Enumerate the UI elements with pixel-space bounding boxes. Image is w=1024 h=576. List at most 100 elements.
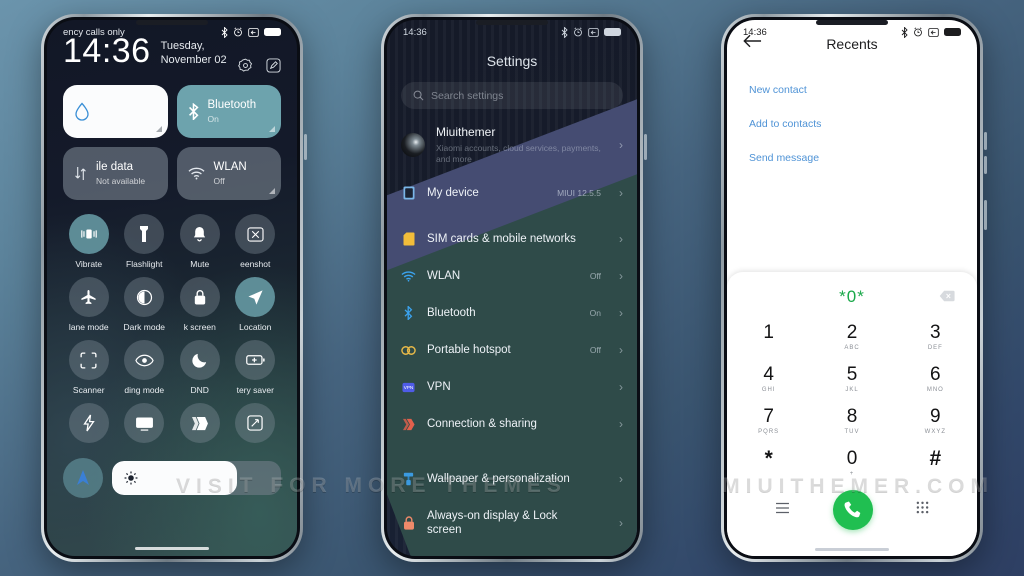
- tile-cards[interactable]: [172, 403, 228, 448]
- tile-cast[interactable]: [117, 403, 173, 448]
- power-button[interactable]: [984, 200, 987, 230]
- link-add-to-contacts[interactable]: Add to contacts: [749, 107, 955, 141]
- volume-up-button[interactable]: [984, 132, 987, 150]
- settings-row-sim-cards[interactable]: SIM cards & mobile networks ›: [387, 221, 637, 258]
- key-8[interactable]: 8 TUV: [810, 400, 893, 442]
- bolt-icon: [83, 414, 95, 432]
- profile-avatar[interactable]: [401, 132, 425, 157]
- tile-battery-saver[interactable]: tery saver: [228, 340, 284, 395]
- settings-row-value: MIUI 12.5.5: [557, 188, 601, 199]
- phone-control-center: ency calls only 14:36 Tuesday, November …: [41, 14, 307, 562]
- big-tile-sub: On: [207, 113, 219, 124]
- key-3[interactable]: 3 DEF: [894, 316, 977, 358]
- settings-gear-icon[interactable]: [238, 58, 253, 73]
- edit-icon[interactable]: [266, 58, 281, 73]
- key-4[interactable]: 4 GHI: [727, 358, 810, 400]
- tile-location[interactable]: Location: [228, 277, 284, 332]
- big-tile-water[interactable]: [63, 85, 168, 138]
- account-row[interactable]: Miuithemer Xiaomi accounts, cloud servic…: [387, 109, 637, 175]
- brightness-icon: [124, 471, 138, 485]
- brightness-slider[interactable]: [112, 461, 281, 495]
- settings-row-wallpaper[interactable]: Wallpaper & personalization ›: [387, 461, 637, 498]
- key-2[interactable]: 2 ABC: [810, 316, 893, 358]
- airplane-icon: [81, 289, 96, 304]
- carrier-label: ency calls only: [63, 26, 125, 38]
- key-number: 4: [763, 363, 774, 385]
- key-hash[interactable]: #: [894, 442, 977, 484]
- bottom-controls-row: [47, 448, 297, 498]
- bluetooth-icon: [188, 103, 199, 120]
- chevron-right-icon: ›: [619, 137, 623, 152]
- alarm-icon: [914, 27, 922, 37]
- key-sublabel: DEF: [927, 344, 943, 351]
- big-tile-title: WLAN: [213, 161, 247, 173]
- tile-scanner[interactable]: Scanner: [61, 340, 117, 395]
- dialer-action-row: [727, 484, 977, 530]
- link-send-message[interactable]: Send message: [749, 141, 955, 175]
- tile-rotate[interactable]: [228, 403, 284, 448]
- status-time: 14:36: [743, 26, 767, 38]
- tile-lock-screen[interactable]: k screen: [172, 277, 228, 332]
- search-input[interactable]: Search settings: [401, 82, 623, 109]
- tile-dark-mode[interactable]: Dark mode: [117, 277, 173, 332]
- power-button[interactable]: [644, 134, 647, 160]
- settings-row-portable-hotspot[interactable]: Portable hotspot Off ›: [387, 332, 637, 369]
- settings-scroll[interactable]: 14:36 Settings Search settings Miuitheme…: [387, 20, 637, 556]
- settings-row-vpn[interactable]: VPN VPN ›: [387, 369, 637, 406]
- power-button[interactable]: [304, 134, 307, 160]
- key-7[interactable]: 7 PQRS: [727, 400, 810, 442]
- big-tile-wlan[interactable]: WLAN Off: [176, 147, 281, 200]
- earpiece-speaker: [816, 20, 888, 25]
- eye-icon: [135, 354, 154, 366]
- volume-down-button[interactable]: [984, 156, 987, 174]
- settings-row-my-device[interactable]: My device MIUI 12.5.5 ›: [387, 175, 637, 212]
- dialer-screen: 14:36 Recents New contact Add to contact…: [727, 20, 977, 556]
- tile-reading-mode[interactable]: ding mode: [117, 340, 173, 395]
- tile-flashlight[interactable]: Flashlight: [117, 214, 173, 269]
- lock-icon: [401, 516, 416, 531]
- home-indicator[interactable]: [815, 547, 889, 551]
- big-tile-mobile-data[interactable]: ile data Not available: [63, 147, 168, 200]
- settings-row-label: VPN: [427, 381, 451, 393]
- home-indicator[interactable]: [135, 546, 209, 550]
- number-display[interactable]: *0*: [727, 284, 977, 310]
- account-name: Miuithemer: [436, 125, 496, 139]
- key-sublabel: PQRS: [758, 428, 780, 435]
- settings-row-connection-sharing[interactable]: Connection & sharing ›: [387, 406, 637, 443]
- big-tile-title: ile data: [96, 161, 134, 173]
- big-tile-bluetooth[interactable]: Bluetooth On: [176, 85, 281, 138]
- key-star[interactable]: *: [727, 442, 810, 484]
- tile-vibrate[interactable]: Vibrate: [61, 214, 117, 269]
- tile-mute[interactable]: Mute: [172, 214, 228, 269]
- call-button[interactable]: [832, 490, 873, 530]
- navigation-button[interactable]: [63, 458, 103, 498]
- expand-corner-icon[interactable]: [269, 126, 275, 132]
- tile-bolt[interactable]: [61, 403, 117, 448]
- tile-dnd[interactable]: DND: [172, 340, 228, 395]
- status-time: 14:36: [403, 26, 427, 38]
- menu-icon[interactable]: [775, 501, 790, 519]
- big-tile-sub: Off: [213, 175, 225, 186]
- tile-label: Vibrate: [75, 259, 103, 269]
- key-0[interactable]: 0 +: [810, 442, 893, 484]
- expand-corner-icon[interactable]: [269, 188, 275, 194]
- battery-icon: [944, 27, 961, 37]
- keypad-icon[interactable]: [916, 501, 929, 519]
- tile-label: Flashlight: [126, 259, 163, 269]
- key-5[interactable]: 5 JKL: [810, 358, 893, 400]
- settings-row-wlan[interactable]: WLAN Off ›: [387, 258, 637, 295]
- settings-row-aod-lock[interactable]: Always-on display & Lock screen ›: [387, 498, 637, 549]
- settings-row-label: Wallpaper & personalization: [427, 473, 570, 485]
- search-placeholder: Search settings: [431, 89, 504, 102]
- key-9[interactable]: 9 WXYZ: [894, 400, 977, 442]
- tile-screenshot[interactable]: eenshot: [228, 214, 284, 269]
- key-1[interactable]: 1: [727, 316, 810, 358]
- key-6[interactable]: 6 MNO: [894, 358, 977, 400]
- link-new-contact[interactable]: New contact: [749, 73, 955, 107]
- settings-row-bluetooth[interactable]: Bluetooth On ›: [387, 295, 637, 332]
- backspace-icon[interactable]: [939, 289, 955, 307]
- wifi-icon: [188, 167, 204, 180]
- tile-airplane-mode[interactable]: lane mode: [61, 277, 117, 332]
- expand-corner-icon[interactable]: [155, 126, 162, 132]
